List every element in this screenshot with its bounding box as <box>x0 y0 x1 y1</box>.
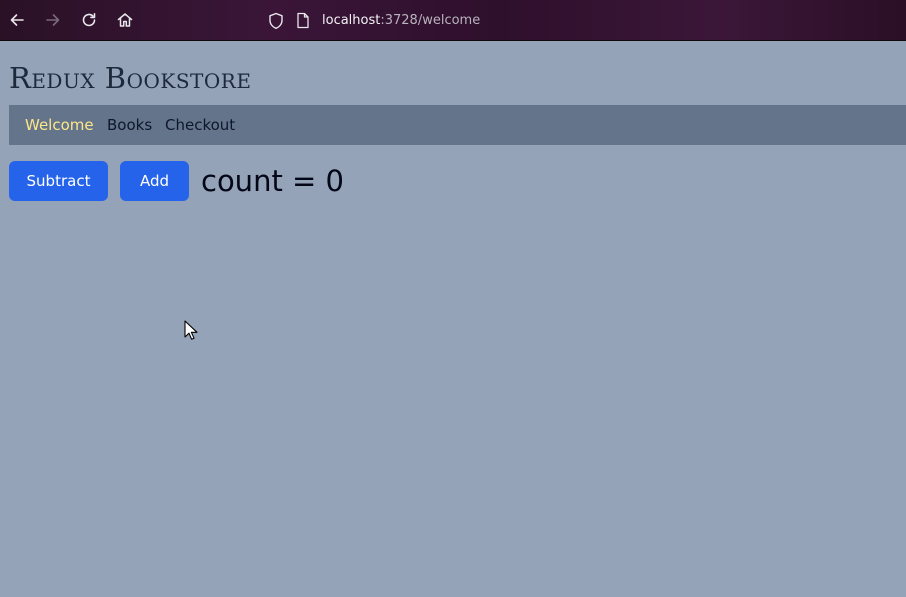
nav-link-checkout[interactable]: Checkout <box>165 116 235 135</box>
forward-arrow-icon <box>46 14 60 26</box>
reload-button[interactable] <box>77 8 101 32</box>
subtract-button[interactable]: Subtract <box>9 161 108 201</box>
reload-icon <box>82 13 96 27</box>
mouse-cursor-icon <box>184 320 198 340</box>
url-path: :3728/welcome <box>380 13 481 28</box>
nav-bar: Welcome Books Checkout <box>9 105 906 145</box>
nav-link-welcome[interactable]: Welcome <box>25 116 94 135</box>
home-icon <box>117 13 133 27</box>
page-icon <box>297 12 309 29</box>
count-display: count = 0 <box>201 164 345 198</box>
page-title: Redux Bookstore <box>9 61 252 95</box>
back-button[interactable] <box>5 8 29 32</box>
address-bar[interactable]: localhost:3728/welcome <box>262 6 682 35</box>
home-button[interactable] <box>113 8 137 32</box>
browser-toolbar: localhost:3728/welcome <box>0 0 906 41</box>
url-host: localhost <box>322 13 381 28</box>
add-button[interactable]: Add <box>120 161 189 201</box>
back-arrow-icon <box>10 14 24 26</box>
page-content: Redux Bookstore Welcome Books Checkout S… <box>0 41 906 597</box>
url-text[interactable]: localhost:3728/welcome <box>322 12 480 29</box>
shield-icon[interactable] <box>268 12 284 30</box>
nav-link-books[interactable]: Books <box>107 116 152 135</box>
forward-button[interactable] <box>41 8 65 32</box>
